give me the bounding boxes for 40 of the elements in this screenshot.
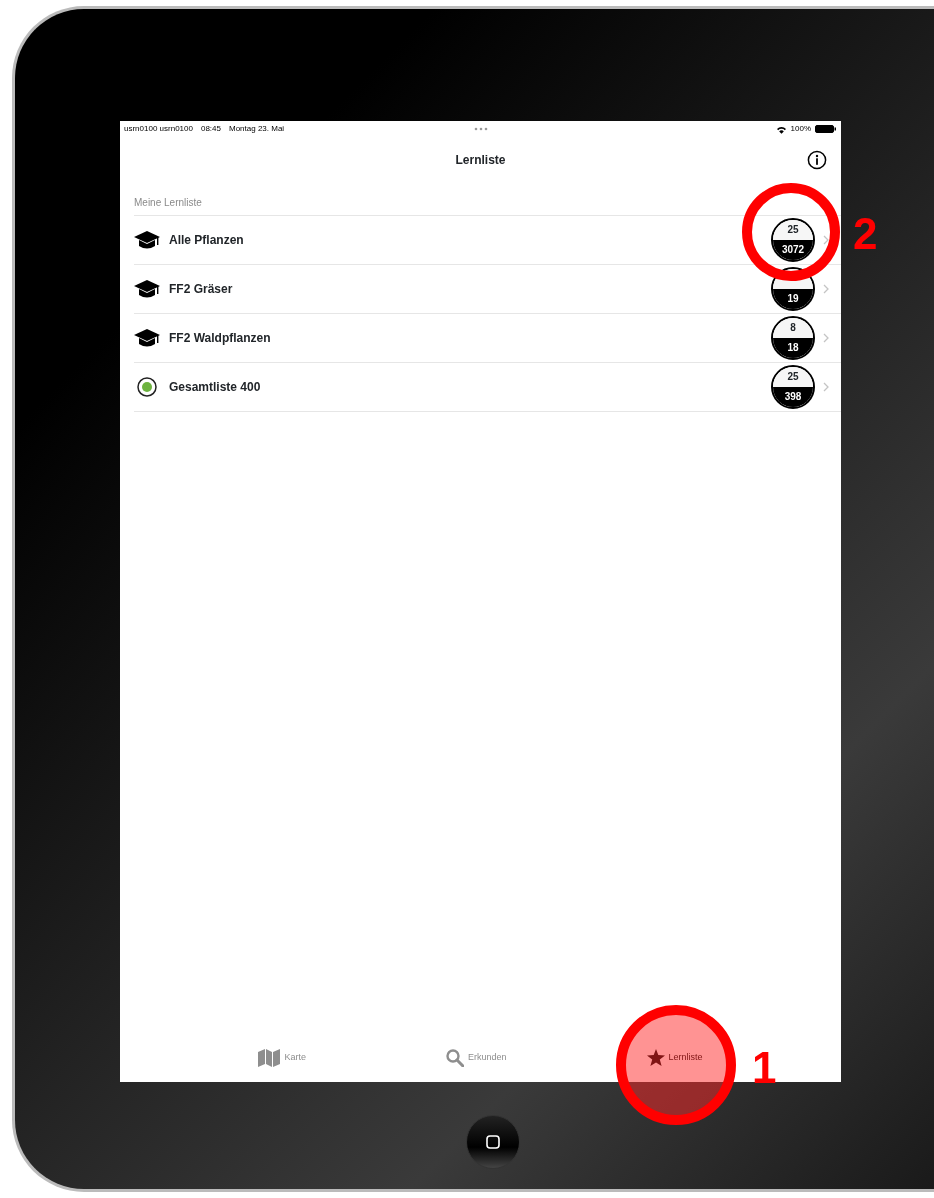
count-text: 3072 [781,244,805,255]
battery-percent: 100% [790,123,811,135]
list-row[interactable]: FF2 Waldpflanzen 8 18 [134,314,841,363]
list-title: Gesamtliste 400 [169,379,262,396]
count-text: 19 [787,293,799,304]
chevron-icon [823,235,829,245]
date-text: Montag 23. Mai [229,123,285,135]
section-header: Meine Lernliste [134,183,841,216]
dots-icon [473,127,488,131]
search-icon [445,1048,464,1067]
star-icon [646,1049,665,1066]
annotation-number: 1 [752,1046,777,1090]
info-icon[interactable] [807,150,827,170]
map-icon [258,1048,281,1067]
nav-title: Lernliste [455,152,506,169]
count-text: 25 [787,224,799,235]
count-text: 25 [787,371,799,382]
tab-item[interactable]: Erkunden [439,1033,513,1082]
count-text: 18 [787,342,799,353]
annotation-number: 2 [853,212,878,256]
list-row[interactable]: Alle Pflanzen 25 3072 [134,216,841,265]
clock-time: 08:45 [200,123,221,135]
tab-item[interactable]: Karte [252,1033,312,1082]
count-text: 8 [790,322,796,333]
list-title: FF2 Gräser [169,281,234,298]
graduation-cap-icon [134,229,161,251]
list-row[interactable]: FF2 Gräser 19 [134,265,841,314]
list-title: Alle Pflanzen [169,232,245,249]
graduation-cap-icon [134,327,161,349]
chevron-icon [823,284,829,294]
chevron-icon [823,333,829,343]
battery-icon [815,125,837,133]
chevron-icon [823,382,829,392]
carrier-name: usrn0100 usrn0100 [124,123,193,135]
list-row[interactable]: Gesamtliste 400 25 398 [134,363,841,412]
list-title: FF2 Waldpflanzen [169,330,272,347]
graduation-cap-icon [134,278,161,300]
square-icon [485,1134,501,1150]
count-text: 398 [784,391,802,402]
wifi-icon [775,124,787,134]
